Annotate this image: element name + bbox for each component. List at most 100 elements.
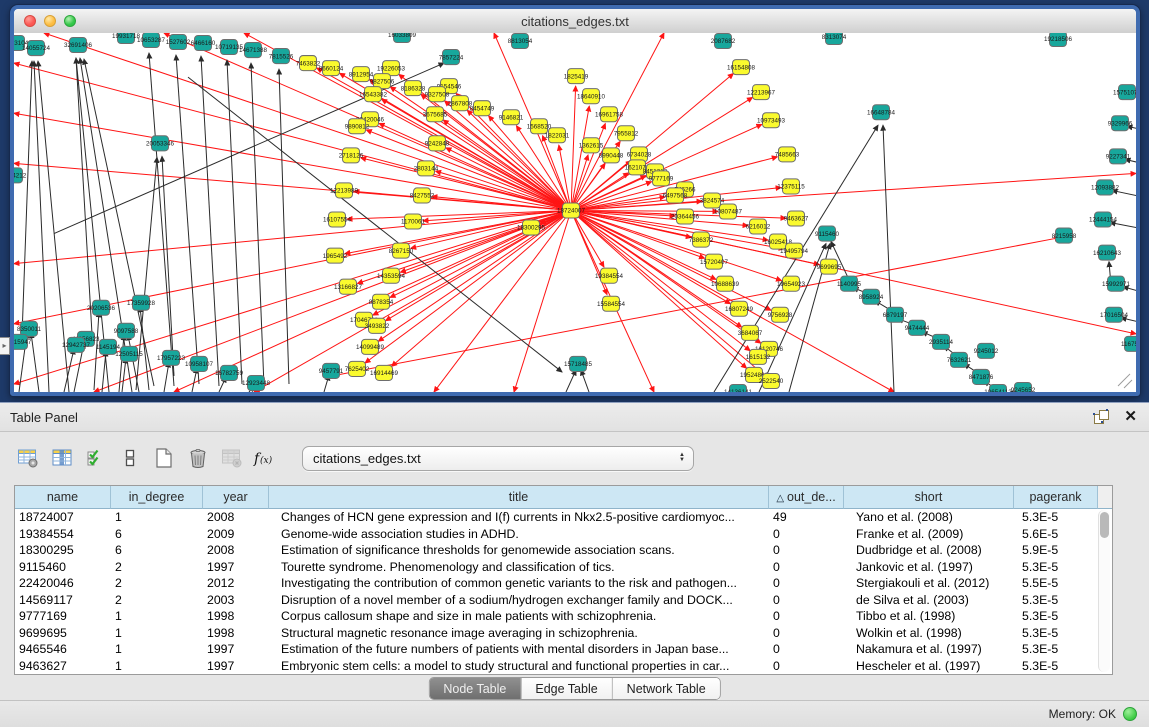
black-edge[interactable] — [164, 362, 169, 392]
table-row[interactable]: 1938455462009Genome-wide association stu… — [15, 526, 1112, 543]
network-node[interactable]: 9245652 — [1011, 382, 1036, 392]
red-edge[interactable] — [392, 210, 571, 366]
vertical-scrollbar[interactable] — [1098, 510, 1110, 672]
table-row[interactable]: 946362711997Embryonic stem cells: a mode… — [15, 658, 1112, 675]
scrollbar-thumb[interactable] — [1100, 512, 1109, 538]
network-node[interactable]: 10688639 — [711, 276, 739, 291]
network-node[interactable]: 8267150 — [389, 243, 414, 258]
minimize-window-button[interactable] — [44, 15, 56, 27]
network-node[interactable]: 9097588 — [114, 323, 139, 338]
network-node[interactable]: 2935114 — [929, 334, 954, 349]
network-node[interactable]: 12093882 — [1091, 180, 1119, 195]
tab-edge-table[interactable]: Edge Table — [520, 678, 611, 699]
zoom-window-button[interactable] — [64, 15, 76, 27]
black-edge[interactable] — [201, 56, 219, 386]
table-row[interactable]: 2242004622012Investigating the contribut… — [15, 575, 1112, 592]
black-edge[interactable] — [176, 55, 199, 384]
black-edge[interactable] — [122, 358, 126, 392]
black-edge[interactable] — [102, 351, 106, 392]
network-node[interactable]: 15992971 — [1102, 276, 1130, 291]
network-node[interactable]: 7815526 — [269, 49, 294, 64]
sidebar-collapse-arrow[interactable]: ▸ — [0, 337, 10, 355]
table-row[interactable]: 1872400712008Changes of HCN gene express… — [15, 509, 1112, 526]
table-row[interactable]: 1830029562008Estimation of significance … — [15, 542, 1112, 559]
red-edge[interactable] — [14, 210, 571, 383]
network-node[interactable]: 8813054 — [508, 34, 533, 49]
network-node[interactable]: 14353594 — [377, 268, 405, 283]
network-node[interactable]: 1167533 — [1121, 336, 1136, 351]
network-node[interactable]: 19384554 — [595, 268, 623, 283]
column-header-year[interactable]: year — [203, 486, 269, 509]
network-node[interactable]: 12213967 — [747, 85, 775, 100]
network-node[interactable]: 8215958 — [1052, 228, 1077, 243]
network-node[interactable]: 16154808 — [727, 60, 755, 75]
column-header-out-de-[interactable]: △out_de... — [769, 486, 844, 509]
network-node[interactable]: 1362615 — [579, 138, 604, 153]
red-edge[interactable] — [571, 86, 576, 210]
network-node[interactable]: 12213989 — [330, 183, 358, 198]
network-node[interactable]: 7625402 — [345, 361, 370, 376]
network-canvas[interactable]: 8813104140557243269140619931718106532871… — [14, 33, 1136, 392]
network-node[interactable]: 9146821 — [499, 110, 524, 125]
table-row[interactable]: 911546021997Tourette syndrome. Phenomeno… — [15, 559, 1112, 576]
network-node[interactable]: 10958107 — [185, 356, 213, 371]
show-columns-button[interactable] — [48, 445, 76, 471]
network-node[interactable]: 9245012 — [974, 343, 999, 358]
create-column-button[interactable] — [150, 445, 178, 471]
table-row[interactable]: 1456911722003Disruption of a novel membe… — [15, 592, 1112, 609]
network-node[interactable]: 16782759 — [215, 365, 243, 380]
black-edge[interactable] — [566, 370, 576, 392]
black-edge[interactable] — [128, 335, 139, 392]
network-node[interactable]: 8427552 — [410, 188, 435, 203]
row-height-button[interactable] — [116, 445, 144, 471]
column-header-short[interactable]: short — [844, 486, 1014, 509]
column-header-pagerank[interactable]: pagerank — [1014, 486, 1098, 509]
network-node[interactable]: 19218506 — [1044, 33, 1072, 47]
network-node[interactable]: 7857224 — [439, 50, 464, 65]
black-edge[interactable] — [227, 60, 242, 384]
network-node[interactable]: 2522540 — [759, 373, 784, 388]
network-node[interactable]: 8454749 — [470, 101, 495, 116]
column-header-title[interactable]: title — [269, 486, 769, 509]
network-node[interactable]: 17957223 — [157, 350, 185, 365]
network-node[interactable]: 7632621 — [947, 352, 972, 367]
black-edge[interactable] — [162, 156, 174, 376]
network-node[interactable]: 1527602 — [166, 35, 191, 50]
network-node[interactable]: 14671388 — [239, 43, 267, 58]
network-node[interactable]: 1264212 — [14, 168, 27, 183]
network-node[interactable]: 15720407 — [700, 254, 728, 269]
network-node[interactable]: 12375115 — [777, 179, 805, 194]
red-edge[interactable] — [369, 80, 571, 211]
red-edge[interactable] — [366, 130, 571, 211]
table-selector-dropdown[interactable]: citations_edges.txt ▲▼ — [302, 446, 694, 471]
network-node[interactable]: 2803144 — [414, 161, 439, 176]
network-node[interactable]: 6216012 — [746, 219, 771, 234]
network-node[interactable]: 9463627 — [784, 211, 809, 226]
red-edge[interactable] — [14, 210, 571, 263]
network-node[interactable]: 9115460 — [815, 226, 840, 241]
select-columns-button[interactable] — [82, 445, 110, 471]
network-node[interactable]: 17016504 — [1100, 307, 1128, 322]
network-node[interactable]: 9777169 — [649, 171, 674, 186]
network-node[interactable]: 6466160 — [191, 36, 216, 51]
black-edge[interactable] — [279, 69, 289, 384]
red-edge[interactable] — [14, 63, 571, 210]
column-header-name[interactable]: name — [15, 486, 111, 509]
network-node[interactable]: 1170061 — [401, 214, 426, 229]
black-edge[interactable] — [883, 125, 894, 392]
network-node[interactable]: 12923448 — [242, 375, 270, 390]
network-node[interactable]: 1140995 — [837, 276, 862, 291]
column-header-in-degree[interactable]: in_degree — [111, 486, 203, 509]
network-node[interactable]: 8471876 — [969, 369, 994, 384]
network-node[interactable]: 17359928 — [127, 295, 155, 310]
network-node[interactable]: 15584554 — [597, 296, 625, 311]
tab-network-table[interactable]: Network Table — [612, 678, 720, 699]
network-node[interactable]: 32691406 — [64, 38, 92, 53]
network-node[interactable]: 8186328 — [401, 81, 426, 96]
network-node[interactable]: 7386372 — [689, 232, 714, 247]
delete-column-button[interactable] — [184, 445, 212, 471]
network-node[interactable]: 16210643 — [1093, 245, 1121, 260]
network-node[interactable]: 16033809 — [388, 33, 416, 43]
close-icon[interactable]: ✕ — [1124, 410, 1137, 424]
network-node[interactable]: 14136141 — [724, 384, 752, 392]
